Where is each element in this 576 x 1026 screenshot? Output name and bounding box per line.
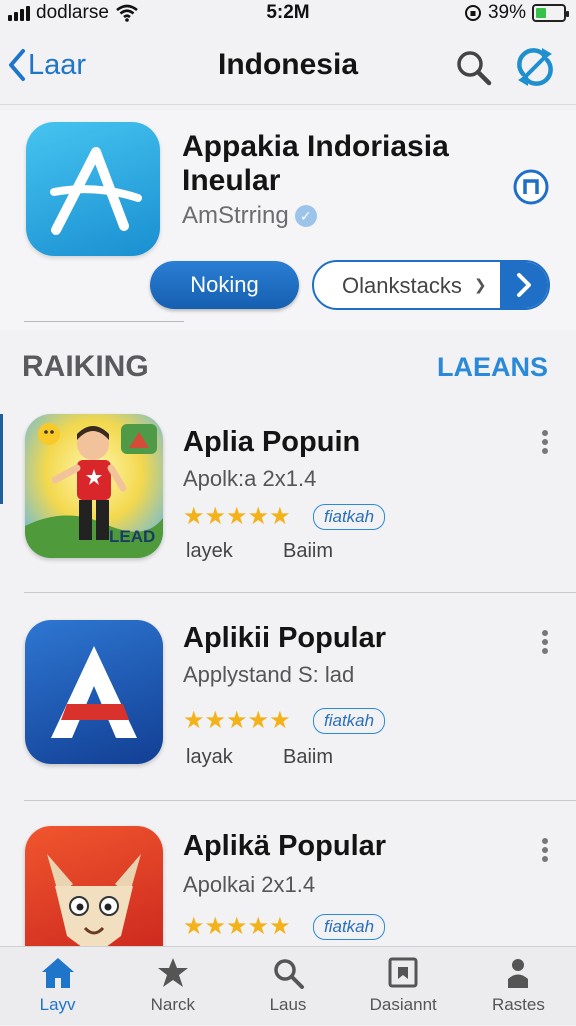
featured-app-developer: AmStrring ✓ (182, 202, 317, 230)
tab-bar: Layv Narck Laus Dasiannt Rastes (0, 946, 576, 1025)
app-tag[interactable]: fiatkah (313, 504, 386, 530)
star-icon: ★ (183, 913, 204, 940)
star-icon (157, 958, 188, 987)
row-divider (24, 592, 576, 593)
featured-app-icon[interactable] (26, 122, 160, 256)
app-meta-size: Baiim (283, 540, 334, 562)
select-go-button[interactable] (500, 262, 548, 308)
person-icon (508, 959, 529, 988)
status-right: 39% (464, 2, 569, 24)
more-icon[interactable] (536, 628, 554, 654)
star-icon: ★ (204, 707, 226, 734)
star-icon: ★ (269, 707, 290, 734)
app-tag[interactable]: fiatkah (313, 708, 386, 734)
status-bar: dodlarse 5:2M 39% (0, 0, 576, 28)
tab-label: Rastes (491, 995, 545, 1014)
letter-a-logo-icon (51, 646, 137, 738)
tab-saved[interactable]: Dasiannt (346, 947, 461, 1025)
navigation-bar: Laar Indonesia (0, 34, 576, 105)
app-subtitle: Apolkai 2x1.4 (183, 872, 316, 897)
app-subtitle: Apolk:a 2x1.4 (183, 466, 317, 491)
search-icon[interactable] (452, 46, 496, 90)
tab-ranking[interactable]: Narck (115, 947, 230, 1025)
tab-search[interactable]: Laus (230, 947, 345, 1025)
home-icon (41, 958, 74, 988)
star-icon: ★ (269, 913, 290, 940)
verified-icon: ✓ (294, 205, 317, 227)
battery-percent: 39% (487, 2, 526, 23)
tab-home[interactable]: Layv (0, 947, 115, 1025)
app-meta-category: layak (186, 746, 233, 768)
app-icon-badge-text: LEAD (109, 527, 155, 546)
app-meta-category: layek (186, 540, 233, 562)
star-icon: ★ (226, 707, 247, 734)
primary-action-button[interactable]: Noking (150, 261, 299, 309)
search-icon (274, 959, 304, 989)
star-icon: ★ (204, 503, 226, 530)
tab-label: Dasiannt (369, 995, 437, 1014)
letter-a-logo-icon (50, 147, 142, 235)
app-meta-size: Baiim (283, 746, 334, 768)
list-item[interactable]: LEAD Aplia Popuin Apolk:a 2x1.4 ★ ★ ★ ★ ★ fi… (0, 414, 576, 614)
app-title: Aplikä Popular (183, 830, 387, 862)
star-rating: ★ ★ ★ ★ ★ (183, 502, 291, 531)
more-icon[interactable] (536, 836, 554, 862)
star-rating: ★ ★ ★ ★ ★ (183, 706, 291, 735)
category-select-value: Olankstacks (342, 273, 462, 298)
app-icon[interactable] (25, 620, 163, 764)
star-icon: ★ (226, 913, 247, 940)
star-icon: ★ (247, 707, 269, 734)
section-header: RAIKING LAEANS (0, 350, 576, 394)
sync-icon[interactable] (512, 44, 558, 90)
tab-label: Layv (39, 995, 76, 1014)
more-options-icon[interactable] (512, 168, 550, 206)
battery-fill (536, 8, 546, 18)
divider (24, 321, 184, 322)
star-icon: ★ (183, 707, 204, 734)
featured-app-title: Appakia Indoriasia Ineular (182, 130, 449, 197)
tab-profile[interactable]: Rastes (461, 947, 576, 1025)
star-icon: ★ (183, 503, 204, 530)
star-icon: ★ (247, 503, 269, 530)
rotation-lock-icon (464, 5, 481, 21)
bookmark-icon (388, 957, 418, 988)
tab-label: Laus (269, 995, 307, 1014)
battery-icon (532, 4, 569, 22)
chevron-down-icon: ❯ (474, 277, 487, 294)
star-icon: ★ (247, 913, 269, 940)
app-tag[interactable]: fiatkah (313, 914, 386, 940)
section-title: RAIKING (22, 350, 149, 383)
row-divider (24, 800, 576, 801)
list-item[interactable]: Aplikii Popular Applystand S: lad ★ ★ ★ ★ ★ … (0, 620, 576, 820)
star-icon: ★ (269, 503, 290, 530)
see-all-link[interactable]: LAEANS (437, 352, 548, 383)
tab-label: Narck (150, 995, 195, 1014)
star-icon: ★ (204, 913, 226, 940)
app-subtitle: Applystand S: lad (183, 662, 355, 687)
category-select[interactable]: Olankstacks ❯ (312, 260, 550, 310)
more-icon[interactable] (536, 428, 554, 454)
star-icon: ★ (226, 503, 247, 530)
chevron-right-icon (517, 273, 531, 297)
app-title: Aplia Popuin (183, 426, 361, 458)
star-rating: ★ ★ ★ ★ ★ (183, 912, 291, 941)
app-title: Aplikii Popular (183, 622, 387, 654)
developer-name[interactable]: AmStrring (182, 202, 289, 230)
cartoon-boy-icon: LEAD (25, 414, 163, 558)
featured-app: Appakia Indoriasia Ineular AmStrring ✓ N… (0, 110, 576, 330)
app-icon[interactable]: LEAD (25, 414, 163, 558)
